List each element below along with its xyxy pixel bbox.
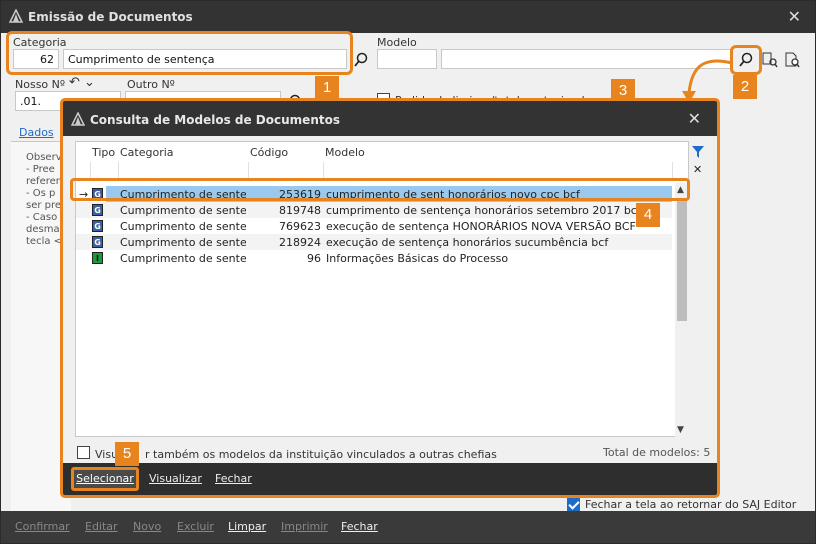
- grid-scrollbar[interactable]: ▲ ▼: [675, 183, 689, 437]
- grid-row[interactable]: G Cumprimento de senteç 819748 cumprimento …: [76, 202, 672, 218]
- cell-codigo: 819748: [279, 204, 321, 217]
- observacoes-line: desma: [26, 224, 60, 235]
- observacoes-line: - Caso: [26, 212, 58, 223]
- selecionar-button[interactable]: Selecionar: [71, 467, 139, 491]
- callout-frame-4: [70, 178, 690, 201]
- grid-row[interactable]: G Cumprimento de senteç 218924 execução de …: [76, 234, 672, 250]
- outro-label: Outro Nº: [127, 78, 175, 91]
- filter-icon[interactable]: [691, 145, 705, 159]
- cell-codigo: 769623: [279, 220, 321, 233]
- visualizar-button[interactable]: Visualizar: [149, 472, 202, 485]
- cell-modelo: cumprimento de sentença honorários setem…: [326, 204, 641, 217]
- fechar-main-button[interactable]: Fechar: [341, 520, 378, 533]
- cell-codigo: 96: [307, 252, 321, 265]
- modelo-advanced-search-icon[interactable]: [761, 51, 779, 69]
- app-logo-icon: [9, 9, 23, 23]
- cell-categoria: Cumprimento de senteç: [120, 236, 246, 249]
- confirmar-button[interactable]: Confirmar: [15, 520, 70, 533]
- observacoes-line: Observ: [26, 152, 62, 163]
- observacoes-line: referen: [26, 176, 63, 187]
- novo-button[interactable]: Novo: [133, 520, 161, 533]
- callout-frame-1: [6, 31, 353, 75]
- categoria-search-icon[interactable]: [352, 51, 370, 69]
- callout-badge-1: 1: [315, 76, 339, 100]
- type-g-icon: G: [92, 236, 103, 248]
- modal-titlebar: Consulta de Modelos de Documentos ✕: [63, 101, 717, 136]
- callout-badge-4: 4: [636, 203, 660, 227]
- editar-button[interactable]: Editar: [85, 520, 118, 533]
- grid-row[interactable]: I Cumprimento de senteç 96 Informações Bási…: [76, 250, 672, 266]
- observacoes-line: tecla <: [26, 236, 63, 247]
- type-i-icon: I: [92, 252, 103, 264]
- type-g-icon: G: [92, 220, 103, 232]
- sort-arrows-icon[interactable]: ↶ ⌄: [69, 75, 95, 90]
- excluir-button[interactable]: Excluir: [177, 520, 214, 533]
- type-g-icon: G: [92, 204, 103, 216]
- grid-header: Tipo Categoria Código Modelo: [76, 142, 688, 162]
- imprimir-button[interactable]: Imprimir: [281, 520, 328, 533]
- fechar-tela-label: Fechar a tela ao retornar do SAJ Editor: [585, 498, 797, 511]
- col-tipo[interactable]: Tipo: [92, 146, 115, 159]
- fechar-modal-button[interactable]: Fechar: [215, 472, 252, 485]
- col-codigo[interactable]: Código: [250, 146, 288, 159]
- grid-row[interactable]: G Cumprimento de senteç 769623 execução de …: [76, 218, 672, 234]
- total-label: Total de modelos: 5: [603, 446, 711, 459]
- cell-categoria: Cumprimento de senteç: [120, 204, 246, 217]
- tab-dados[interactable]: Dados: [19, 126, 54, 139]
- fechar-tela-checkbox[interactable]: [567, 498, 580, 511]
- modal-close-icon[interactable]: ✕: [688, 109, 701, 128]
- observacoes-line: - Os p: [26, 188, 56, 199]
- modal-toolbar: Selecionar Visualizar Fechar: [63, 463, 717, 495]
- callout-badge-5: 5: [115, 442, 139, 466]
- observacoes-line: ser pre: [26, 200, 62, 211]
- modal-title: Consulta de Modelos de Documentos: [90, 113, 340, 127]
- modelo-label: Modelo: [377, 36, 417, 49]
- modelo-doc-search-icon[interactable]: [783, 51, 801, 69]
- observacoes-line: - Pree: [26, 164, 55, 175]
- show-other-models-checkbox[interactable]: [77, 446, 90, 459]
- modelo-code-field[interactable]: [377, 49, 437, 69]
- cell-categoria: Cumprimento de senteç: [120, 252, 246, 265]
- close-icon[interactable]: ✕: [788, 7, 801, 26]
- col-categoria[interactable]: Categoria: [120, 146, 174, 159]
- cell-modelo: Informações Básicas do Processo: [326, 252, 509, 265]
- col-modelo[interactable]: Modelo: [325, 146, 365, 159]
- limpar-button[interactable]: Limpar: [228, 520, 266, 533]
- consulta-modelos-dialog: Consulta de Modelos de Documentos ✕ Tipo…: [60, 98, 720, 498]
- main-titlebar: Emissão de Documentos ✕: [1, 1, 815, 33]
- observacoes-text: Observ - Pree referen - Os p ser pre - Caso de…: [26, 152, 62, 248]
- app-logo-icon: [71, 112, 85, 126]
- cell-codigo: 218924: [279, 236, 321, 249]
- clear-filter-icon[interactable]: ✕: [693, 163, 702, 176]
- nosso-label: Nosso Nº: [15, 78, 66, 91]
- show-other-models-label: r também os modelos da instituição vincu…: [145, 448, 497, 461]
- window-title: Emissão de Documentos: [28, 10, 193, 24]
- cell-categoria: Cumprimento de senteç: [120, 220, 246, 233]
- main-toolbar: Confirmar Editar Novo Excluir Limpar Imp…: [1, 511, 815, 543]
- cell-modelo: execução de sentença honorários sucumbên…: [326, 236, 609, 249]
- cell-modelo: execução de sentença HONORÁRIOS NOVA VER…: [326, 220, 636, 233]
